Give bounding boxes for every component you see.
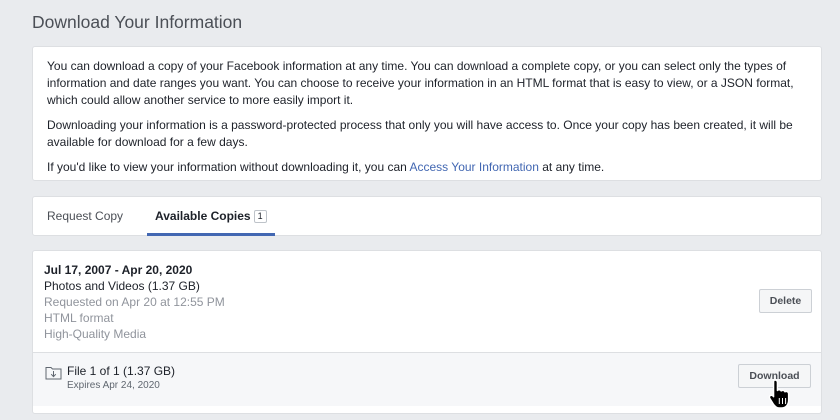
intro-paragraph-3-end: at any time. — [538, 160, 605, 174]
download-file-icon — [45, 365, 62, 385]
file-label: File 1 of 1 (1.37 GB) — [67, 364, 176, 378]
intro-paragraph-3-start: If you'd like to view your information w… — [47, 160, 410, 174]
available-copy-card: Jul 17, 2007 - Apr 20, 2020 Photos and V… — [32, 250, 822, 414]
info-card: You can download a copy of your Facebook… — [32, 46, 822, 181]
copy-date-range: Jul 17, 2007 - Apr 20, 2020 — [44, 263, 193, 277]
page: Download Your Information You can downlo… — [0, 0, 840, 420]
tab-available-copies[interactable]: Available Copies 1 — [147, 197, 275, 236]
file-expiry: Expires Apr 24, 2020 — [67, 380, 160, 391]
file-row: File 1 of 1 (1.37 GB) Expires Apr 24, 20… — [33, 352, 821, 406]
intro-paragraph-2: Downloading your information is a passwo… — [47, 118, 793, 149]
delete-button[interactable]: Delete — [759, 289, 812, 313]
copy-format: HTML format — [44, 311, 114, 325]
intro-paragraph-3: If you'd like to view your information w… — [47, 159, 807, 176]
tab-available-copies-label: Available Copies — [155, 209, 251, 223]
available-copies-count-badge: 1 — [253, 210, 267, 223]
copy-type: Photos and Videos (1.37 GB) — [44, 279, 200, 293]
page-title: Download Your Information — [32, 12, 243, 32]
tabs-bar: Request Copy Available Copies 1 — [32, 196, 822, 236]
tab-request-copy[interactable]: Request Copy — [47, 197, 123, 236]
copy-media-quality: High-Quality Media — [44, 327, 147, 341]
copy-details: Jul 17, 2007 - Apr 20, 2020 Photos and V… — [44, 262, 225, 342]
access-your-information-link[interactable]: Access Your Information — [410, 160, 539, 174]
hand-pointer-icon — [768, 378, 792, 415]
copy-requested-date: Requested on Apr 20 at 12:55 PM — [44, 295, 225, 309]
tab-request-copy-label: Request Copy — [47, 209, 124, 223]
intro-paragraph-1: You can download a copy of your Facebook… — [47, 59, 794, 107]
